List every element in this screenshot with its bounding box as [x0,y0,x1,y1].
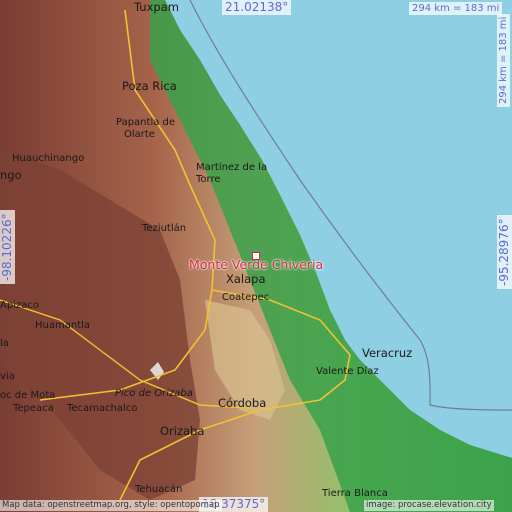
city-huauchinango: Huauchinango [12,153,85,164]
city-tuxpam: Tuxpam [134,0,179,14]
city-papantla-line1: Papantla de [116,117,176,128]
city-coatepec: Coatepec [222,292,270,303]
city-la: la [0,338,9,349]
city-huamantla: Huamantla [35,320,91,331]
city-cordoba: Córdoba [218,396,267,410]
city-via: via [0,371,15,382]
top-latitude-label: 21.02138° [222,0,292,15]
city-apizaco: Apizaco [0,300,39,311]
city-tierra-blanca: Tierra Blanca [322,488,388,499]
peak-pico-de-orizaba: Pico de Orizaba [115,388,193,399]
city-mota: oc de Mota [0,390,56,401]
city-orizaba: Orizaba [160,424,205,438]
city-teziutlan: Teziutlán [142,223,187,234]
city-valente-diaz: Valente Díaz [316,366,379,377]
city-veracruz: Veracruz [362,346,413,360]
right-scale-label: 294 km = 183 mi [497,13,510,107]
top-scale-label: 294 km = 183 mi [409,2,503,15]
left-longitude-label: -98.10226° [0,210,15,284]
focus-marker [252,252,260,260]
image-credit: image: procase.elevation.city [364,500,494,511]
city-papantla-line2: Olarte [124,129,155,140]
map-credit: Map data: openstreetmap.org, style: open… [0,500,222,511]
city-tepeaca: Tepeaca [13,403,54,414]
city-tulancingo: ngo [0,168,22,182]
elevation-map: 21.02138° 18.37375° -98.10226° -95.28976… [0,0,512,512]
city-martinez-line2: Torre [196,174,221,185]
city-poza-rica: Poza Rica [122,79,177,93]
right-longitude-label: -95.28976° [497,215,512,289]
city-tecamachalco: Tecamachalco [67,403,138,414]
city-tehuacan: Tehuacán [135,484,183,495]
city-xalapa: Xalapa [226,272,266,286]
city-martinez-line1: Martínez de la [196,162,268,173]
